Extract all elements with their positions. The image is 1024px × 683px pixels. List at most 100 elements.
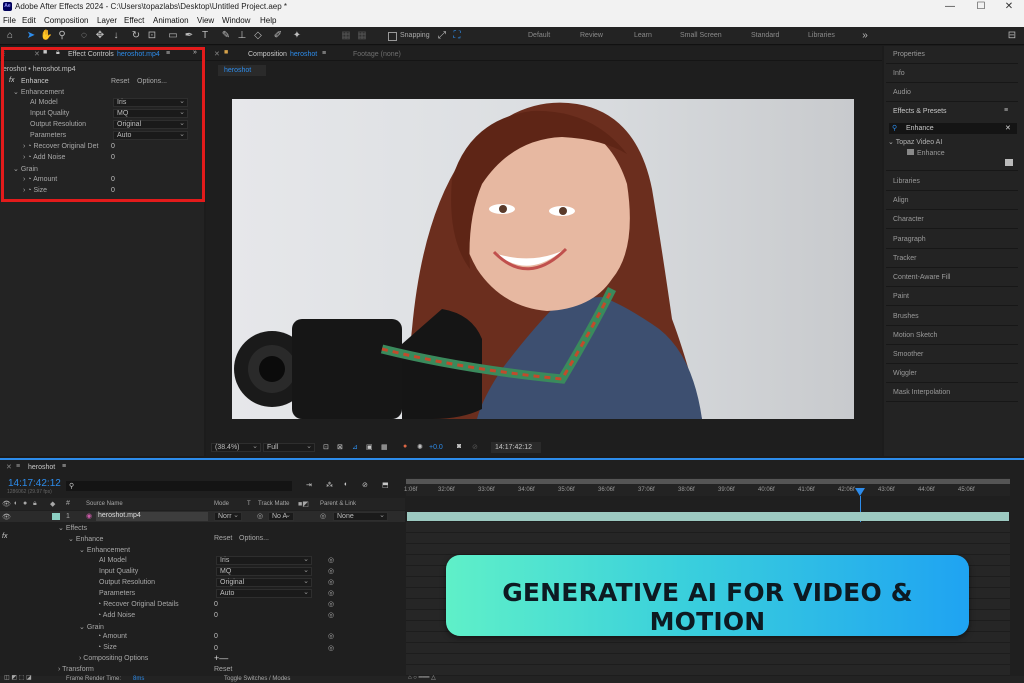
properties-panel-tab[interactable]: Properties [893, 51, 925, 58]
tl-parameters-link-icon[interactable]: ◎ [328, 589, 334, 597]
tl-compositing-group[interactable]: › Compositing Options [79, 655, 148, 662]
new-bin-icon[interactable] [1005, 159, 1013, 166]
menu-view[interactable]: View [197, 16, 214, 25]
snapping-checkbox[interactable] [388, 32, 397, 41]
close-timeline-tab-icon[interactable]: ✕ [6, 463, 12, 471]
footer-icons[interactable]: ◫ ◩ ⬚ ◪ [4, 674, 32, 681]
graph-editor-icon[interactable]: ⬒ [382, 481, 389, 489]
minimize-button[interactable]: — [935, 0, 965, 14]
composition-tab-label[interactable]: Composition [248, 51, 287, 58]
align-panel-tab[interactable]: Align [893, 197, 909, 204]
workspace-small-screen[interactable]: Small Screen [680, 32, 722, 39]
timeline-fx-icon[interactable]: fx [2, 533, 7, 540]
timeline-reset-link[interactable]: Reset [214, 535, 232, 542]
tl-transform-reset[interactable]: Reset [214, 666, 232, 673]
zoom-select[interactable]: (38.4%) [211, 443, 261, 452]
grid-icon[interactable]: ▦ [381, 443, 388, 451]
info-panel-tab[interactable]: Info [893, 70, 905, 77]
tl-add-noise-link-icon[interactable]: ◎ [328, 611, 334, 619]
workspace-learn[interactable]: Learn [634, 32, 652, 39]
comp-menu-icon[interactable]: ≡ [322, 50, 326, 57]
menu-layer[interactable]: Layer [97, 16, 117, 25]
tl-recover-link-icon[interactable]: ◎ [328, 600, 334, 608]
orbit-tool-icon[interactable]: ◌ [78, 30, 90, 42]
paint-panel-tab[interactable]: Paint [893, 293, 909, 300]
composition-tab-name[interactable]: heroshot [290, 51, 317, 58]
toggle-switches-modes[interactable]: Toggle Switches / Modes [224, 676, 290, 682]
clear-search-icon[interactable]: ✕ [1005, 124, 1011, 132]
source-name-header[interactable]: Source Name [86, 501, 123, 507]
menu-animation[interactable]: Animation [153, 16, 189, 25]
matte-pickwhip-icon[interactable]: ◎ [257, 512, 263, 520]
quality-select[interactable]: Full [263, 443, 315, 452]
region-icon[interactable]: ⊡ [323, 443, 329, 451]
footage-tab[interactable]: Footage (none) [353, 51, 401, 58]
tl-grain-group[interactable]: ⌄ Grain [79, 623, 104, 631]
rotate-tool-icon[interactable]: ↻ [130, 30, 142, 42]
libraries-panel-tab[interactable]: Libraries [893, 178, 920, 185]
timeline-menu-icon[interactable]: ≡ [62, 463, 66, 470]
hand-tool-icon[interactable]: ✋ [40, 30, 52, 42]
timeline-options-link[interactable]: Options... [239, 535, 269, 542]
show-snapshot-icon[interactable]: ⊘ [472, 443, 478, 451]
menu-window[interactable]: Window [222, 16, 250, 25]
snap-features-icon[interactable]: ⛶ [451, 30, 463, 42]
exposure-value[interactable]: +0.0 [429, 444, 443, 451]
work-area-bar[interactable] [406, 479, 1010, 484]
parent-pickwhip-icon[interactable]: ◎ [320, 512, 326, 520]
parent-select[interactable]: None [333, 512, 388, 521]
parent-link-header[interactable]: Parent & Link [320, 501, 356, 507]
tl-parameters-select[interactable]: Auto [216, 589, 312, 598]
menu-effect[interactable]: Effect [124, 16, 144, 25]
shy-layers-icon[interactable]: ◐ [344, 481, 348, 488]
dolly-tool-icon[interactable]: ↓ [110, 30, 122, 42]
maximize-button[interactable]: ☐ [966, 0, 996, 14]
tl-ai-model-link-icon[interactable]: ◎ [328, 556, 334, 564]
enhance-effect-item[interactable]: Enhance [907, 149, 945, 157]
menu-edit[interactable]: Edit [22, 16, 36, 25]
topaz-video-ai-group[interactable]: ⌄ Topaz Video AI [888, 138, 942, 146]
timeline-enhance-group[interactable]: ⌄ Enhance [68, 535, 103, 543]
zoom-tool-icon[interactable]: ⚲ [56, 30, 68, 42]
layer-label-color[interactable] [52, 513, 60, 520]
tl-size-link-icon[interactable]: ◎ [328, 644, 334, 652]
type-tool-icon[interactable]: T [199, 30, 211, 42]
tracker-panel-tab[interactable]: Tracker [893, 255, 916, 262]
more-workspaces-icon[interactable]: » [859, 30, 871, 42]
eraser-tool-icon[interactable]: ◇ [252, 30, 264, 42]
timeline-tab-label[interactable]: heroshot [28, 464, 55, 471]
brushes-panel-tab[interactable]: Brushes [893, 313, 919, 320]
pan-tool-icon[interactable]: ✥ [94, 30, 106, 42]
tl-transform-group[interactable]: › Transform [58, 666, 94, 673]
effects-presets-title[interactable]: Effects & Presets [893, 108, 947, 115]
layer-mode-select[interactable]: Norr [214, 512, 242, 521]
clone-stamp-icon[interactable]: ⊥ [236, 30, 248, 42]
draft-3d-icon[interactable]: ⁂ [326, 481, 333, 489]
rectangle-tool-icon[interactable]: ▭ [167, 30, 179, 42]
roto-brush-icon[interactable]: ✐ [272, 30, 284, 42]
mode-header[interactable]: Mode [214, 501, 229, 507]
timeline-timecode[interactable]: 14:17:42:12 [8, 478, 61, 489]
comp-mini-flowchart-icon[interactable]: ⇥ [306, 481, 312, 489]
paragraph-panel-tab[interactable]: Paragraph [893, 236, 926, 243]
tl-input-quality-select[interactable]: MQ [216, 567, 312, 576]
tl-output-res-select[interactable]: Original [216, 578, 312, 587]
timeline-search[interactable]: ⚲ [66, 481, 292, 491]
color-channels-icon[interactable]: ● [403, 443, 407, 450]
tl-amount-value[interactable]: 0 [214, 633, 218, 640]
track-matte-header[interactable]: Track Matte [258, 501, 289, 507]
menu-composition[interactable]: Composition [44, 16, 88, 25]
tl-size-value[interactable]: 0 [214, 645, 218, 652]
tl-add-noise-value[interactable]: 0 [214, 612, 218, 619]
puppet-pin-icon[interactable]: ✦ [291, 30, 303, 42]
layer-row[interactable]: 👁︎ 1 ◉ heroshot.mp4 Norr ◎ No A ◎ None [0, 511, 405, 522]
composition-viewer[interactable] [232, 99, 854, 419]
snap-icon[interactable]: ⤢ [436, 30, 448, 42]
comp-subtab[interactable]: heroshot [218, 65, 266, 76]
menu-file[interactable]: File [3, 16, 16, 25]
tl-recover-value[interactable]: 0 [214, 601, 218, 608]
snapshot-camera-icon[interactable]: ◙ [457, 443, 461, 450]
exposure-icon[interactable]: ✺ [417, 443, 423, 451]
tl-ai-model-select[interactable]: Iris [216, 556, 312, 565]
pen-tool-icon[interactable]: ✒ [183, 30, 195, 42]
